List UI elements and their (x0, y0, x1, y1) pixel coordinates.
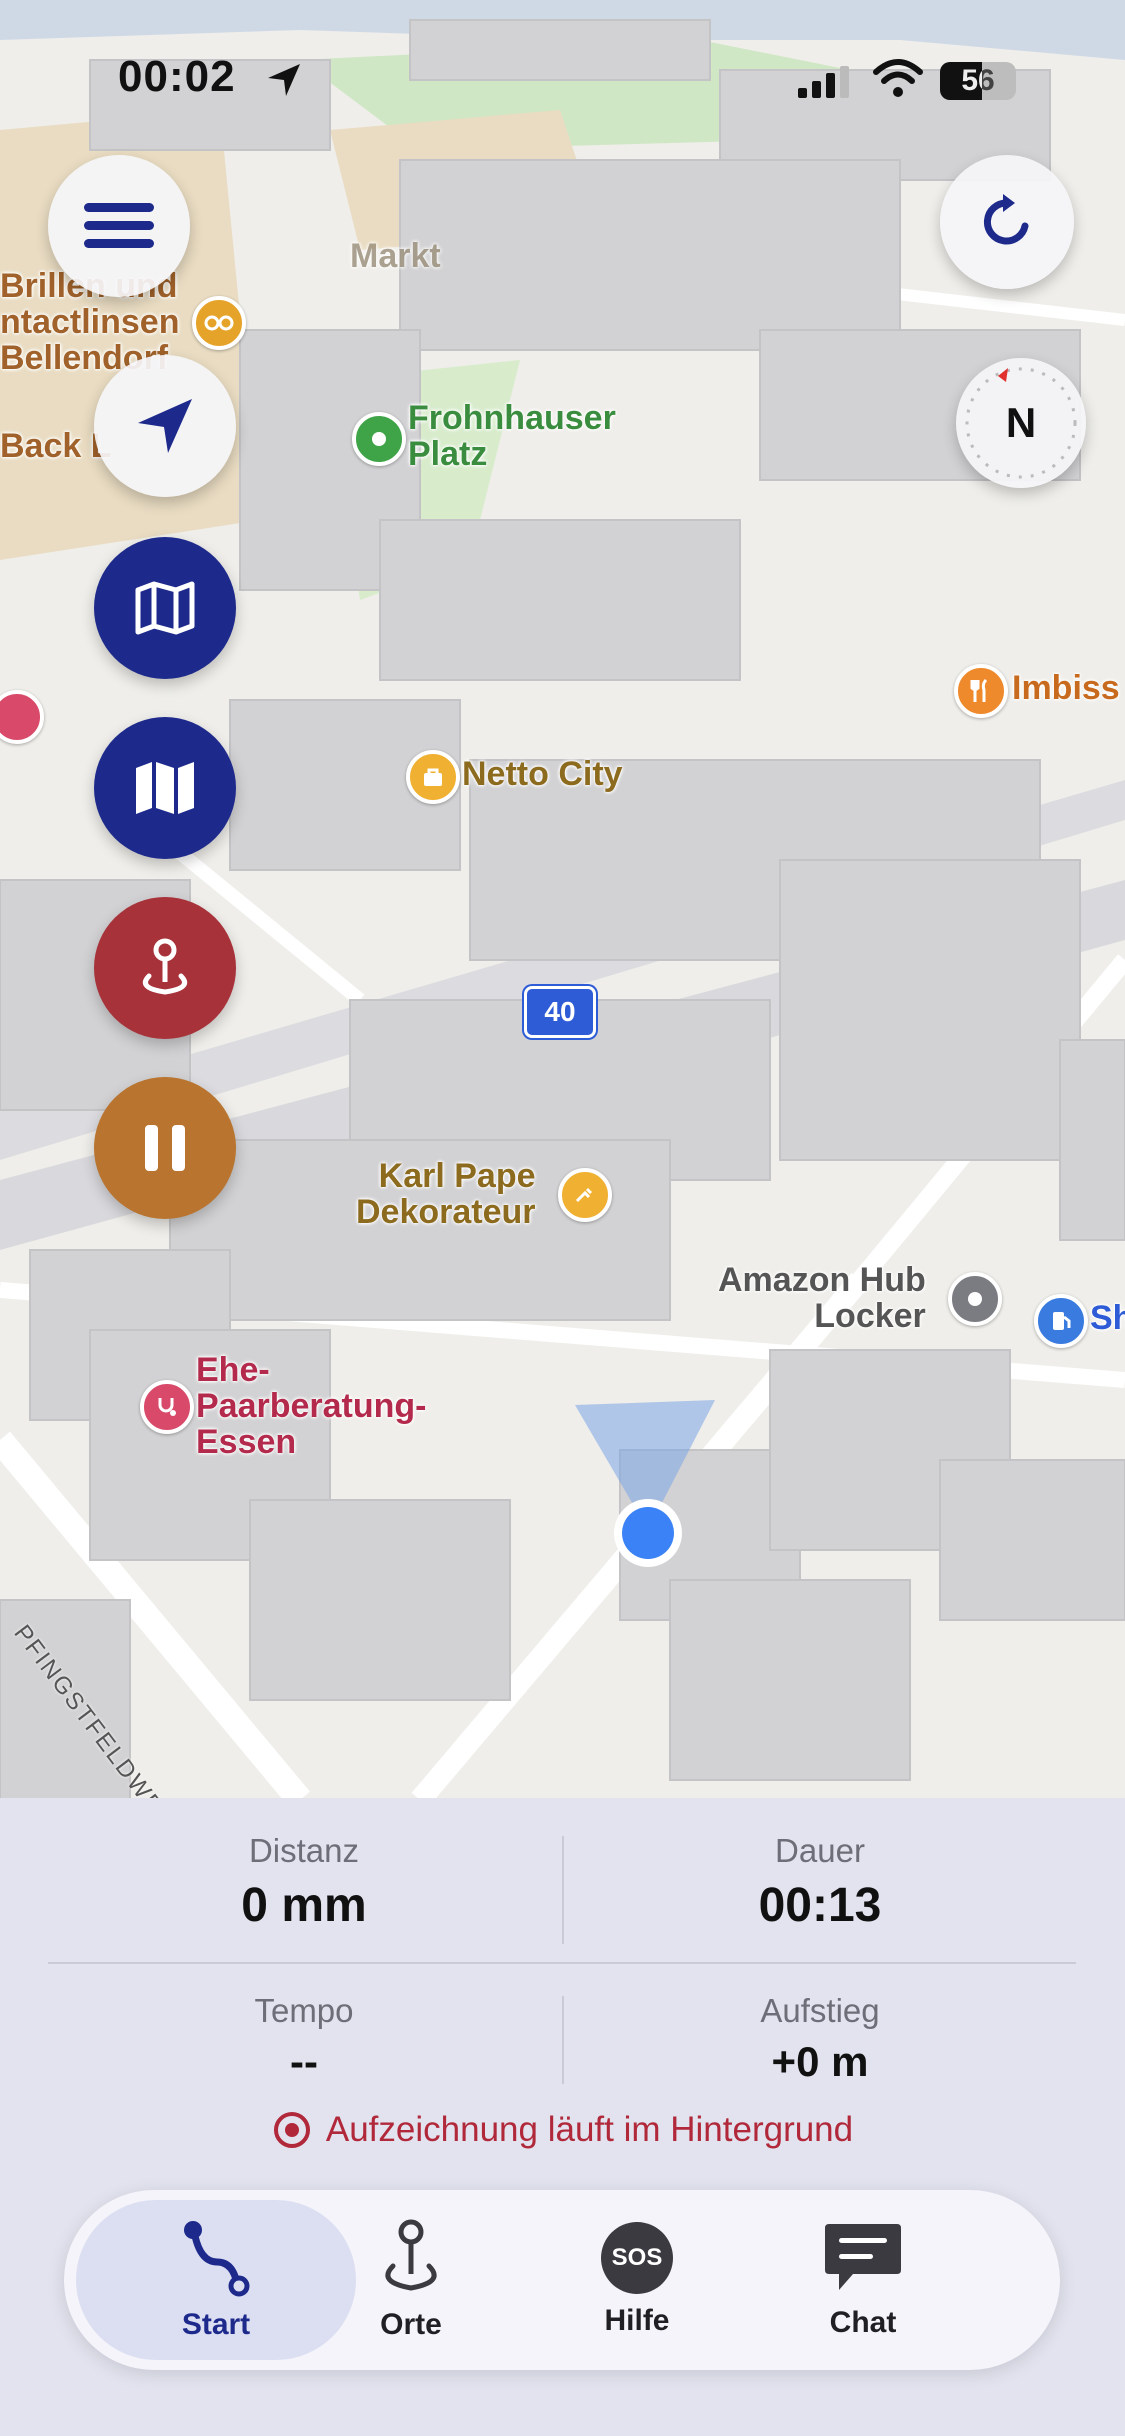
background-recording-text: Aufzeichnung läuft im Hintergrund (325, 2110, 854, 2149)
route-icon (184, 2221, 250, 2297)
map-layers-button[interactable] (94, 717, 236, 859)
label-line: Ehe- (196, 1351, 270, 1389)
stat-distance: Distanz 0 mm (64, 1832, 544, 1933)
divider (562, 1836, 564, 1944)
stat-ascent: Aufstieg +0 m (580, 1992, 1060, 2086)
label-line: Locker (814, 1297, 926, 1335)
compass-north-label: N (1005, 399, 1037, 446)
divider (562, 1996, 564, 2084)
label-line: Frohnhauser (408, 399, 616, 437)
tab-bar: Start Orte SOS Hilfe Chat (64, 2190, 1060, 2370)
locker-poi-icon[interactable] (948, 1272, 1002, 1326)
location-arrow-icon (268, 64, 300, 96)
compass-button[interactable]: N (956, 358, 1086, 488)
label-line: Dekorateur (356, 1193, 536, 1231)
pin-icon (385, 2219, 437, 2291)
battery-icon: 56 (940, 62, 1016, 100)
road-number: 40 (544, 996, 576, 1027)
stat-value: 0 mm (241, 1879, 367, 1932)
stat-value: +0 m (771, 2038, 869, 2085)
waypoint-button[interactable] (94, 897, 236, 1039)
label-amazon-locker[interactable]: Amazon Hub Locker (718, 1262, 926, 1334)
fuel-poi-icon[interactable] (1034, 1294, 1088, 1348)
divider (48, 1962, 1076, 1964)
stat-duration: Dauer 00:13 (580, 1832, 1060, 1933)
status-time: 00:02 (118, 52, 236, 101)
pause-button[interactable] (94, 1077, 236, 1219)
label-ehe-paarberatung[interactable]: Ehe- Paarberatung- Essen (196, 1352, 427, 1460)
stat-label: Aufstieg (760, 1992, 880, 2029)
map-filled-icon (136, 762, 194, 814)
cellular-signal-icon (798, 66, 849, 98)
label-line: Paarberatung- (196, 1387, 427, 1425)
stat-pace: Tempo -- (64, 1992, 544, 2086)
label-line: Amazon Hub (718, 1261, 926, 1299)
menu-button[interactable] (48, 155, 190, 297)
medical-poi-icon[interactable] (140, 1380, 194, 1434)
glasses-poi-icon[interactable] (192, 296, 246, 350)
road-shield: 40 (524, 986, 596, 1038)
battery-level: 56 (961, 64, 995, 97)
label-netto[interactable]: Netto City (462, 756, 623, 792)
stat-label: Tempo (254, 1992, 354, 2029)
hamburger-icon (84, 203, 154, 248)
shopping-poi-icon[interactable] (406, 750, 460, 804)
tab-label: Start (181, 2308, 251, 2341)
service-poi-icon[interactable] (558, 1168, 612, 1222)
label-line: Platz (408, 435, 488, 473)
tab-hilfe[interactable]: SOS Hilfe (532, 2200, 742, 2360)
status-bar: 00:02 56 (0, 0, 1125, 150)
locate-button[interactable] (94, 355, 236, 497)
tab-orte[interactable]: Orte (306, 2200, 516, 2360)
sos-icon: SOS (601, 2222, 673, 2294)
tab-label: Orte (380, 2308, 442, 2341)
map-outline-icon (135, 581, 195, 635)
label-karl-pape[interactable]: Karl Pape Dekorateur (356, 1158, 536, 1230)
label-line: Karl Pape (378, 1157, 536, 1195)
recording-icon (273, 2112, 310, 2148)
label-markt: Markt (350, 237, 441, 275)
tab-label: Chat (829, 2306, 897, 2339)
pin-icon (143, 938, 187, 995)
refresh-button[interactable] (940, 155, 1074, 289)
stat-value: -- (290, 2038, 318, 2085)
stat-value: 00:13 (758, 1879, 882, 1932)
stat-label: Distanz (248, 1832, 360, 1869)
tab-label: Hilfe (604, 2304, 670, 2337)
refresh-icon (984, 194, 1029, 245)
tab-chat[interactable]: Chat (758, 2200, 968, 2360)
pause-icon (145, 1125, 185, 1171)
label-line: Essen (196, 1423, 297, 1461)
wifi-icon (873, 59, 923, 97)
map-style-button[interactable] (94, 537, 236, 679)
label-sh[interactable]: Sh (1090, 1300, 1125, 1336)
label-line: ntactlinsen (0, 303, 180, 341)
location-arrow-icon (138, 399, 192, 453)
restaurant-poi-icon[interactable] (954, 664, 1008, 718)
label-frohnhauser[interactable]: Frohnhauser Platz (408, 400, 616, 472)
chat-icon (825, 2224, 901, 2290)
label-imbiss[interactable]: Imbiss (1012, 670, 1120, 706)
background-recording-info: Aufzeichnung läuft im Hintergrund (0, 2110, 1125, 2150)
stat-label: Dauer (775, 1832, 865, 1869)
park-poi-icon[interactable] (352, 412, 406, 466)
